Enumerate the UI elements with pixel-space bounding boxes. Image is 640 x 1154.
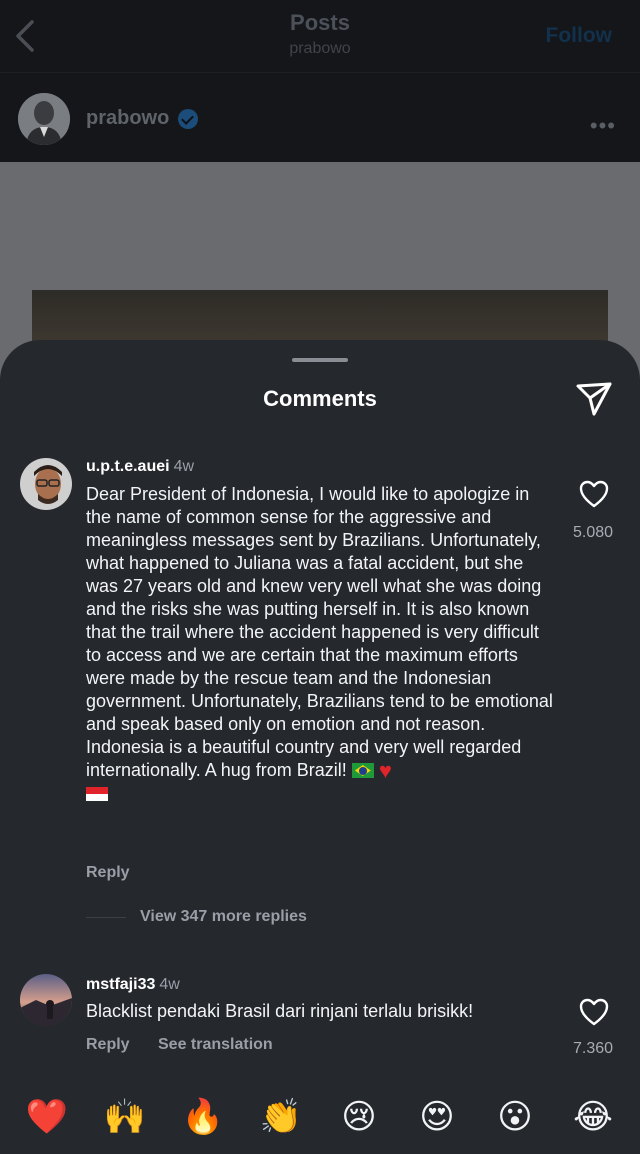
comments-title: Comments (263, 386, 377, 411)
commenter-avatar[interactable] (20, 458, 72, 510)
quick-reactions-bar: ❤️ 🙌 🔥 👏 😢 😍 😮 😂 (0, 1092, 640, 1146)
commenter-avatar[interactable] (20, 974, 72, 1026)
follow-button[interactable]: Follow (546, 24, 613, 48)
comment-username[interactable]: mstfaji33 (86, 976, 155, 993)
comment-time: 4w (159, 976, 180, 993)
page-title: Posts (290, 10, 350, 35)
clapping-hands-emoji[interactable]: 👏 (256, 1092, 306, 1142)
page-title-group: Posts prabowo (0, 10, 640, 58)
flag-indonesia-emoji (86, 787, 108, 801)
author-avatar[interactable] (18, 93, 70, 145)
view-more-replies-button[interactable]: View 347 more replies (140, 908, 307, 926)
comment-text: Dear President of Indonesia, I would lik… (86, 483, 556, 805)
reply-button[interactable]: Reply (86, 864, 130, 882)
see-translation-button[interactable]: See translation (158, 1036, 273, 1054)
flag-brazil-emoji (351, 763, 374, 778)
comment-username[interactable]: u.p.t.e.auei (86, 458, 170, 475)
crying-face-emoji[interactable]: 😢 (334, 1092, 384, 1142)
fire-emoji[interactable]: 🔥 (178, 1092, 228, 1142)
author-username[interactable]: prabowo (86, 107, 169, 130)
top-bar: Posts prabowo Follow (0, 0, 640, 72)
raising-hands-emoji[interactable]: 🙌 (100, 1092, 150, 1142)
like-heart-icon[interactable] (579, 998, 609, 1026)
heart-eyes-emoji[interactable]: 😍 (412, 1092, 462, 1142)
replies-divider (86, 917, 126, 918)
comment-username-row: mstfaji33 4w (86, 976, 180, 994)
tears-of-joy-emoji[interactable]: 😂 (568, 1092, 618, 1142)
comment-text-body: Dear President of Indonesia, I would lik… (86, 484, 553, 780)
send-icon[interactable] (574, 378, 614, 418)
page-subtitle: prabowo (289, 40, 351, 57)
comment-username-row: u.p.t.e.auei 4w (86, 458, 194, 476)
comments-sheet: Comments u.p.t.e.auei 4w Dear President o… (0, 340, 640, 1154)
drag-handle[interactable] (292, 358, 348, 362)
like-count: 7.360 (572, 1040, 614, 1057)
like-count: 5.080 (572, 524, 614, 541)
reply-button[interactable]: Reply (86, 1036, 130, 1054)
more-dots-icon[interactable]: ••• (590, 113, 616, 139)
post-author-bar: prabowo ••• (0, 72, 640, 163)
comment-text: Blacklist pendaki Brasil dari rinjani te… (86, 1001, 474, 1021)
surprised-face-emoji[interactable]: 😮 (490, 1092, 540, 1142)
red-heart-emoji[interactable]: ❤️ (22, 1092, 72, 1142)
red-heart-emoji: ♥ (378, 758, 392, 783)
comment-time: 4w (173, 458, 195, 475)
verified-badge-icon (178, 109, 198, 129)
like-heart-icon[interactable] (579, 480, 609, 508)
